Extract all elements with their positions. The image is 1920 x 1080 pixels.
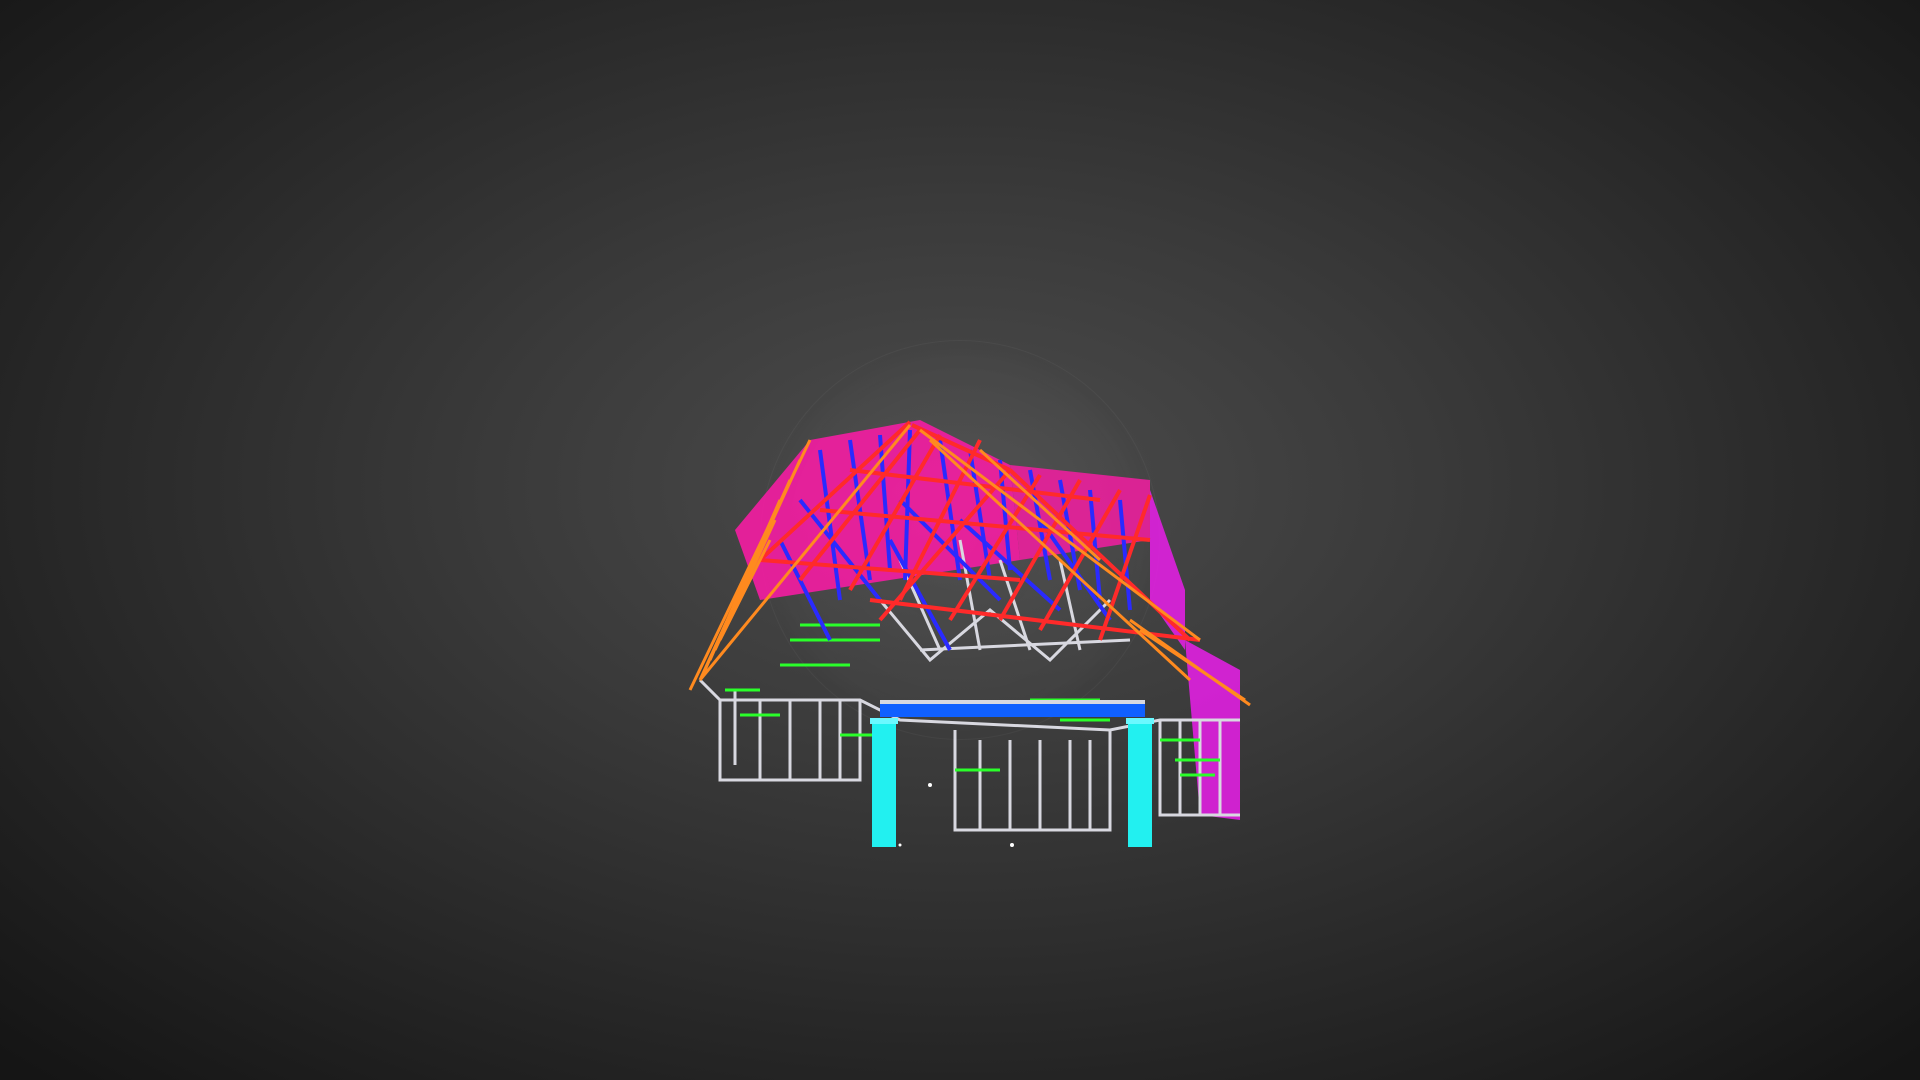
3d-viewer-canvas[interactable]	[0, 0, 1920, 1080]
building-frame-model[interactable]	[0, 0, 1920, 1080]
front-beam	[880, 700, 1145, 717]
